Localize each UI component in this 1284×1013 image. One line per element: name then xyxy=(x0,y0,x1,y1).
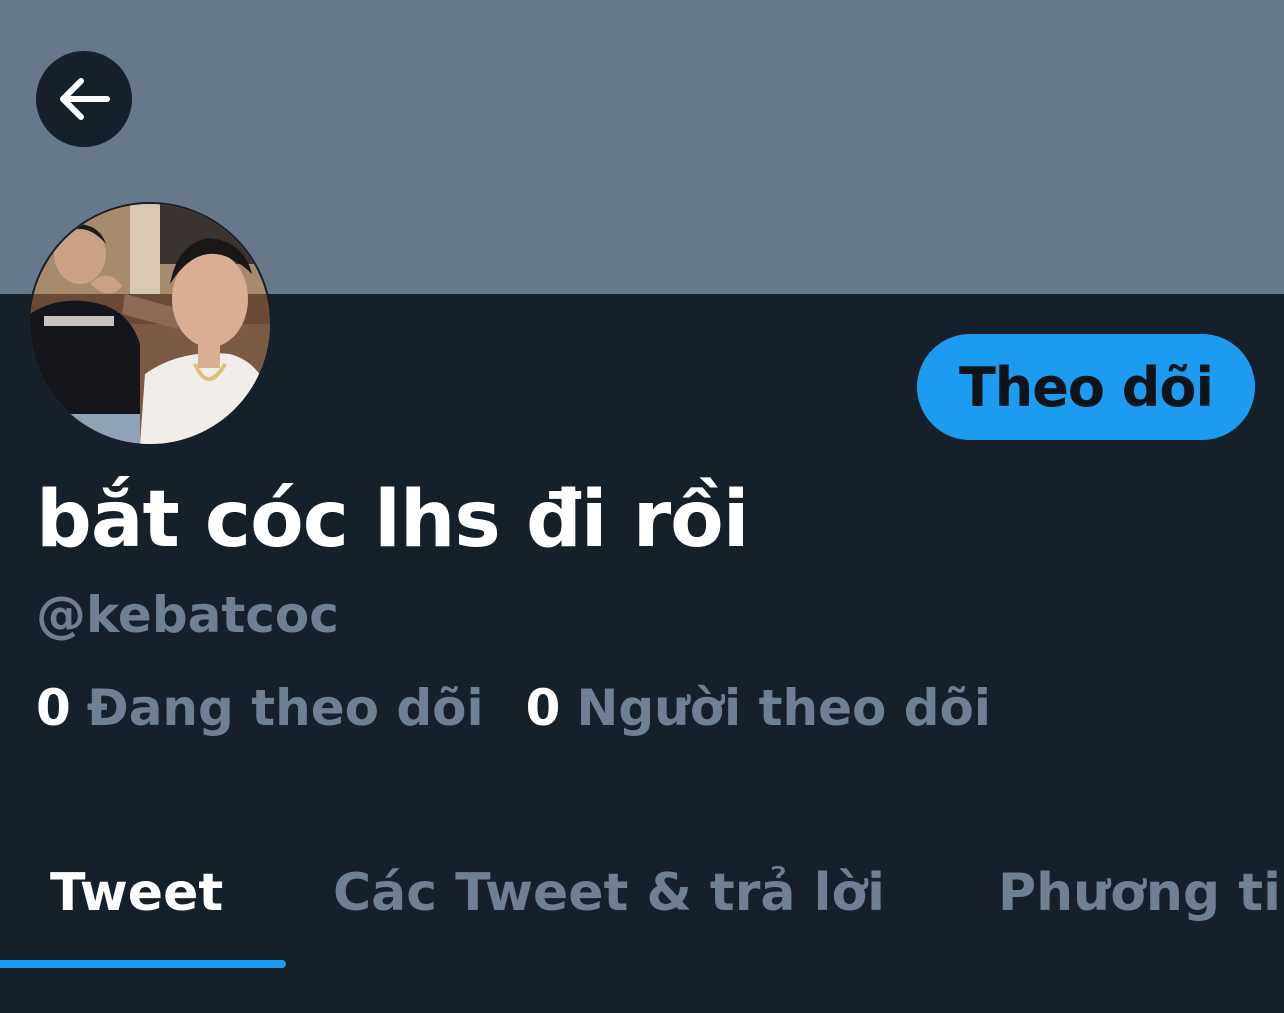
profile-stats: 0 Đang theo dõi 0 Người theo dõi xyxy=(36,678,991,738)
following-count: 0 xyxy=(36,679,71,737)
profile-tabs: Tweet Các Tweet & trả lời Phương ti xyxy=(0,828,1284,968)
tab-tweets[interactable]: Tweet xyxy=(50,862,223,924)
followers-stat[interactable]: 0 Người theo dõi xyxy=(526,678,991,738)
back-button[interactable] xyxy=(36,51,132,147)
profile-page: Theo dõi bắt cóc lhs đi rồi @kebatcoc 0 … xyxy=(0,0,1284,1013)
followers-count: 0 xyxy=(525,679,561,737)
tab-media[interactable]: Phương ti xyxy=(998,862,1281,924)
followers-label: Người theo dõi xyxy=(576,679,992,737)
arrow-left-icon xyxy=(60,78,110,120)
display-name: bắt cóc lhs đi rồi xyxy=(36,475,749,565)
profile-photo xyxy=(30,204,270,444)
follow-button[interactable]: Theo dõi xyxy=(917,334,1255,440)
username-handle: @kebatcoc xyxy=(36,586,339,644)
following-stat[interactable]: 0 Đang theo dõi xyxy=(36,678,484,738)
active-tab-indicator xyxy=(0,960,286,968)
avatar[interactable] xyxy=(28,202,272,446)
following-label: Đang theo dõi xyxy=(86,679,484,737)
tab-tweets-and-replies[interactable]: Các Tweet & trả lời xyxy=(333,862,885,924)
